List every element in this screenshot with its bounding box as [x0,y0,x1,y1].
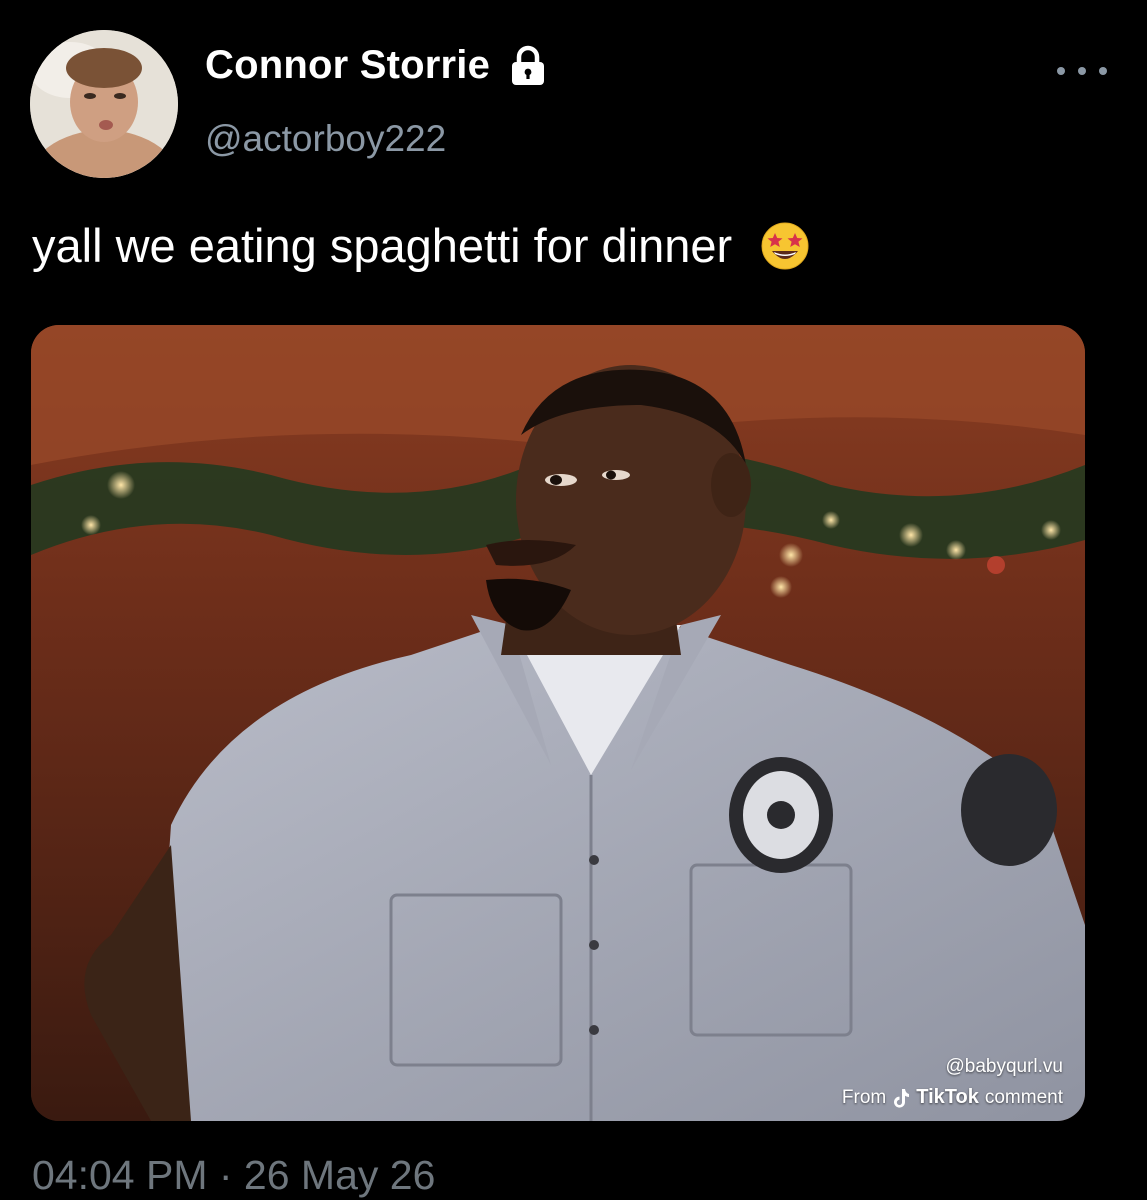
tiktok-icon [892,1088,910,1108]
avatar[interactable] [30,30,178,178]
tweet-text: yall we eating spaghetti for dinner [32,219,733,272]
tiktok-watermark: @babyqurl.vu From TikTok comment [842,1056,1063,1109]
star-struck-emoji [760,221,810,271]
watermark-line: From TikTok comment [842,1086,1063,1109]
more-dot [1057,67,1065,75]
author-name-row: Connor Storrie [205,43,548,88]
tweet-media-image[interactable]: @babyqurl.vu From TikTok comment [31,325,1085,1121]
watermark-comment: comment [984,1086,1063,1108]
tweet-text-row: yall we eating spaghetti for dinner [32,218,810,273]
author-handle[interactable]: @actorboy222 [205,118,446,160]
more-horizontal-icon[interactable] [1057,56,1107,86]
more-dot [1078,67,1086,75]
watermark-user: @babyqurl.vu [945,1056,1063,1077]
display-name[interactable]: Connor Storrie [205,43,490,88]
more-dot [1099,67,1107,75]
watermark-brand: TikTok [916,1086,979,1108]
watermark-from: From [841,1086,887,1108]
lock-icon [508,45,548,87]
tweet-timestamp[interactable]: 04:04 PM · 26 May 26 [32,1152,435,1199]
